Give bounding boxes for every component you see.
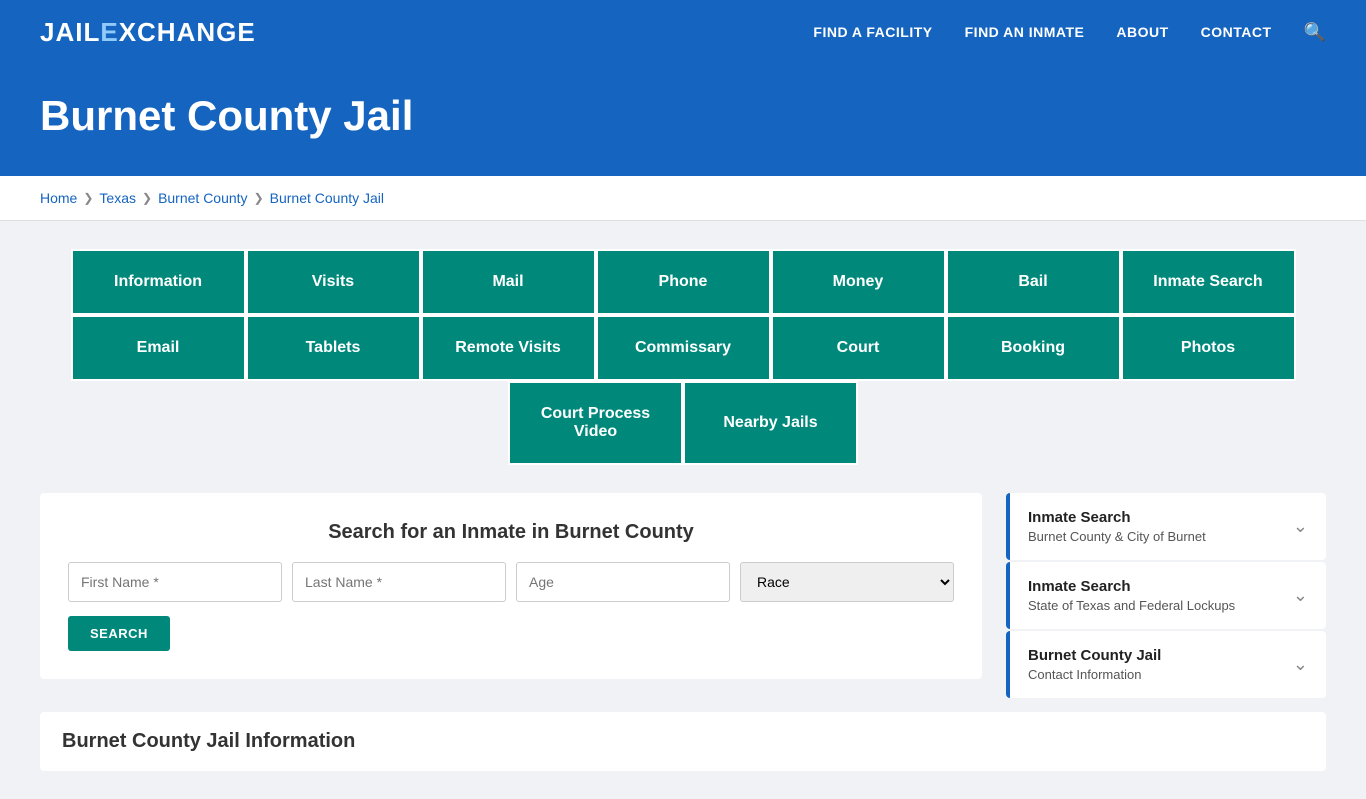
search-fields: Race White Black Hispanic Asian Other [68,562,954,602]
nav-contact[interactable]: CONTACT [1201,24,1272,40]
page-title: Burnet County Jail [40,92,1326,140]
chevron-down-icon: ⌄ [1293,516,1308,537]
breadcrumb-sep-3: ❯ [254,191,264,205]
btn-photos[interactable]: Photos [1121,315,1296,381]
side-card-1-subtitle: Burnet County & City of Burnet [1028,529,1206,544]
last-name-input[interactable] [292,562,506,602]
btn-remote-visits[interactable]: Remote Visits [421,315,596,381]
breadcrumb-current: Burnet County Jail [270,190,384,206]
logo-jail: JAIL [40,17,100,47]
breadcrumb-sep-1: ❯ [83,191,93,205]
side-card-3-title: Burnet County Jail [1028,647,1161,664]
nav-find-inmate[interactable]: FIND AN INMATE [965,24,1085,40]
btn-booking[interactable]: Booking [946,315,1121,381]
nav-find-facility[interactable]: FIND A FACILITY [813,24,932,40]
chevron-down-icon-3: ⌄ [1293,654,1308,675]
logo[interactable]: JAILEXCHANGE [40,17,256,48]
btn-mail[interactable]: Mail [421,249,596,315]
btn-court-process-video[interactable]: Court Process Video [508,381,683,465]
btn-inmate-search[interactable]: Inmate Search [1121,249,1296,315]
grid-row-3: Court Process Video Nearby Jails [40,381,1326,465]
btn-phone[interactable]: Phone [596,249,771,315]
logo-xchange: XCHANGE [119,17,256,47]
nav-button-grid: Information Visits Mail Phone Money Bail… [40,249,1326,465]
side-card-2[interactable]: Inmate Search State of Texas and Federal… [1006,562,1326,629]
side-card-3[interactable]: Burnet County Jail Contact Information ⌄ [1006,631,1326,698]
btn-email[interactable]: Email [71,315,246,381]
info-heading-text: Burnet County Jail Information [62,730,1304,753]
breadcrumb-texas[interactable]: Texas [99,190,136,206]
btn-money[interactable]: Money [771,249,946,315]
side-panel: Inmate Search Burnet County & City of Bu… [1006,493,1326,700]
search-icon-button[interactable]: 🔍 [1304,22,1326,43]
btn-nearby-jails[interactable]: Nearby Jails [683,381,858,465]
info-section-heading: Burnet County Jail Information [40,712,1326,771]
side-card-1-title: Inmate Search [1028,509,1206,526]
nav-about[interactable]: ABOUT [1116,24,1168,40]
breadcrumb-county[interactable]: Burnet County [158,190,248,206]
breadcrumb: Home ❯ Texas ❯ Burnet County ❯ Burnet Co… [40,190,1326,206]
side-card-3-subtitle: Contact Information [1028,667,1161,682]
side-card-2-subtitle: State of Texas and Federal Lockups [1028,598,1235,613]
side-card-1[interactable]: Inmate Search Burnet County & City of Bu… [1006,493,1326,560]
search-title: Search for an Inmate in Burnet County [68,521,954,544]
inmate-search-panel: Search for an Inmate in Burnet County Ra… [40,493,982,679]
btn-information[interactable]: Information [71,249,246,315]
race-select[interactable]: Race White Black Hispanic Asian Other [740,562,954,602]
btn-court[interactable]: Court [771,315,946,381]
btn-bail[interactable]: Bail [946,249,1121,315]
btn-visits[interactable]: Visits [246,249,421,315]
grid-row-1: Information Visits Mail Phone Money Bail… [40,249,1326,315]
hero-section: Burnet County Jail [0,64,1366,176]
search-button[interactable]: SEARCH [68,616,170,651]
main-content: Information Visits Mail Phone Money Bail… [0,221,1366,799]
btn-tablets[interactable]: Tablets [246,315,421,381]
breadcrumb-home[interactable]: Home [40,190,77,206]
age-input[interactable] [516,562,730,602]
grid-row-2: Email Tablets Remote Visits Commissary C… [40,315,1326,381]
btn-commissary[interactable]: Commissary [596,315,771,381]
chevron-down-icon-2: ⌄ [1293,585,1308,606]
header: JAILEXCHANGE FIND A FACILITY FIND AN INM… [0,0,1366,64]
logo-ex: E [100,17,118,47]
breadcrumb-sep-2: ❯ [142,191,152,205]
breadcrumb-bar: Home ❯ Texas ❯ Burnet County ❯ Burnet Co… [0,176,1366,221]
first-name-input[interactable] [68,562,282,602]
main-nav: FIND A FACILITY FIND AN INMATE ABOUT CON… [813,22,1326,43]
side-card-2-title: Inmate Search [1028,578,1235,595]
bottom-section: Search for an Inmate in Burnet County Ra… [40,493,1326,700]
